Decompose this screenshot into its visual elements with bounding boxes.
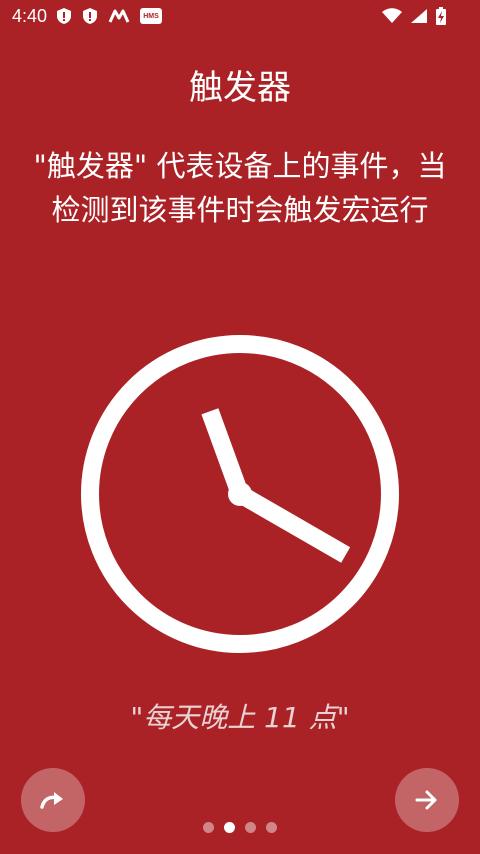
shield-icon [57,8,71,24]
clock-minute-hand [235,486,351,563]
arrow-right-icon [415,790,437,810]
clock-icon [81,335,399,653]
page-description: "触发器" 代表设备上的事件，当检测到该事件时会触发宏运行 [33,149,447,227]
battery-icon [436,7,446,25]
clock-center [228,482,252,506]
status-notification-icons: HMS [56,7,162,25]
status-bar: 4:40 HMS [0,0,480,34]
signal-icon [411,9,427,23]
trigger-example-caption: "每天晚上 11 点" [130,701,350,734]
skip-arrow-icon [40,792,63,809]
page-title: 触发器 [189,68,291,108]
page-dot [266,821,277,833]
page-dot [203,821,214,833]
clock-hour-hand [201,408,249,498]
page-dot [224,821,235,833]
status-system-icons [382,7,446,25]
page-dot [245,821,256,833]
wifi-icon [382,8,402,23]
page-indicator [0,821,480,833]
m-logo-icon [108,9,130,23]
status-time: 4:40 [12,6,48,26]
hms-badge: HMS [140,8,162,24]
shield-icon [83,8,97,24]
